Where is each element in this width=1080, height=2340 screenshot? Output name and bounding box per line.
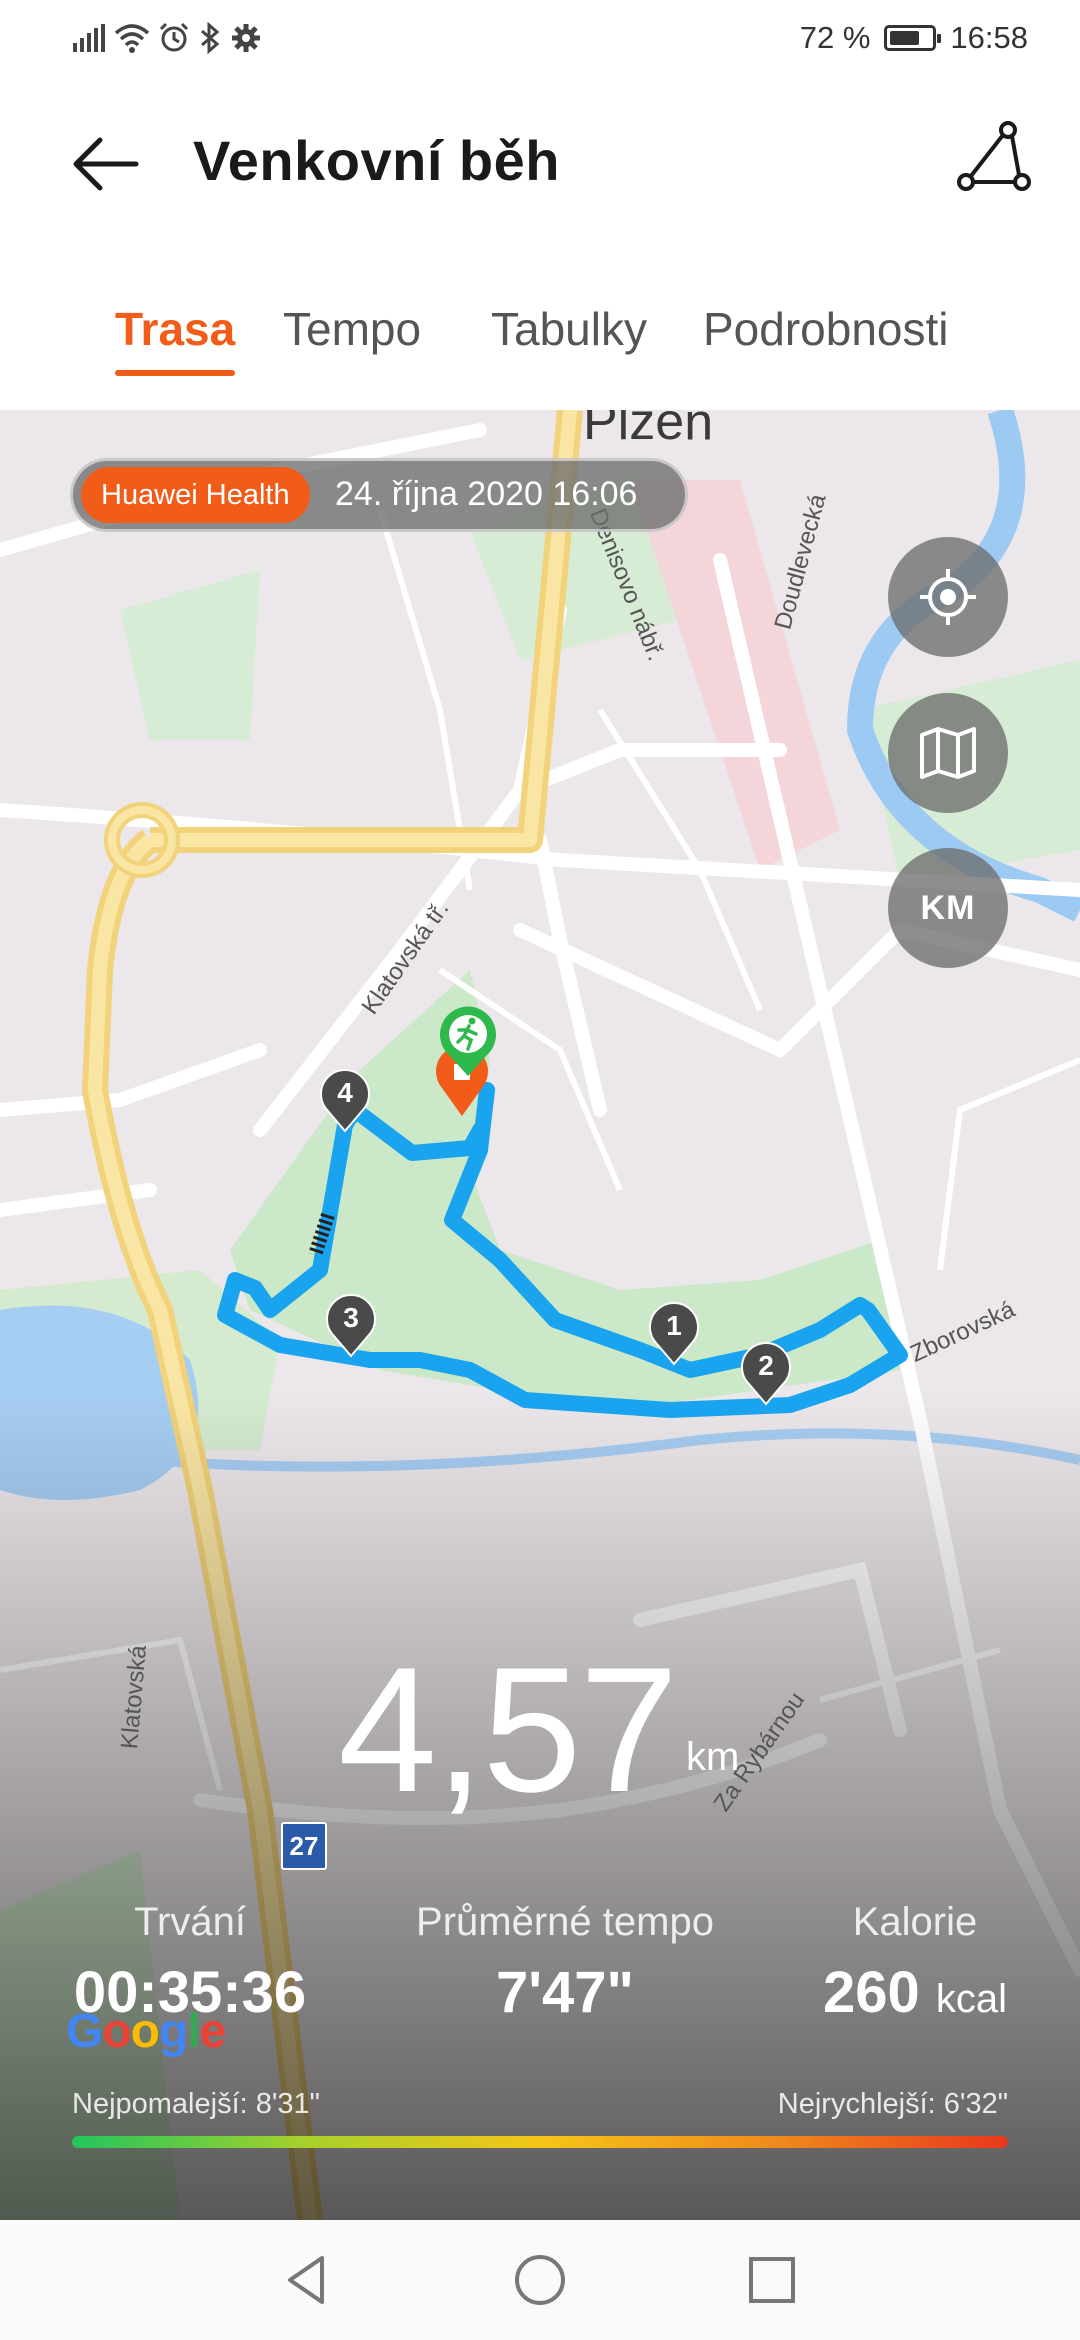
recents-square-icon[interactable] xyxy=(742,2250,802,2310)
km-marker: 3 xyxy=(324,1292,378,1358)
distance-value: 4,57 xyxy=(338,1630,678,1829)
battery-level xyxy=(890,31,920,45)
tab-trasa[interactable]: Trasa xyxy=(115,302,235,356)
avg-pace-stat: Průměrné tempo 7'47" xyxy=(390,1900,740,2026)
road-number-sign: 27 xyxy=(281,1822,327,1870)
back-triangle-icon[interactable] xyxy=(278,2250,338,2310)
google-letter: o xyxy=(130,2005,160,2058)
activity-date: 24. října 2020 16:06 xyxy=(335,475,638,513)
calories-value-row: 260 kcal xyxy=(810,1959,1020,2026)
slowest-pace: Nejpomalejší: 8'31" xyxy=(72,2088,320,2120)
distance-display: 4,57 km xyxy=(0,1640,1080,1820)
google-logo: Google xyxy=(66,2004,227,2059)
page-title: Venkovní běh xyxy=(193,129,560,192)
locate-button[interactable] xyxy=(888,537,1008,657)
google-letter: e xyxy=(199,2005,227,2058)
signal-icon xyxy=(73,24,105,52)
status-bar: 72 % 16:58 xyxy=(0,0,1080,75)
active-tab-indicator xyxy=(115,370,235,376)
clock: 16:58 xyxy=(950,20,1028,55)
google-letter: o xyxy=(102,2005,131,2058)
start-marker-icon xyxy=(440,1006,496,1076)
city-label: Plzeň xyxy=(583,410,714,451)
system-nav-bar xyxy=(0,2220,1080,2340)
alarm-icon xyxy=(159,22,189,52)
activity-source-pill: Huawei Health 24. října 2020 16:06 xyxy=(70,458,688,532)
google-letter: l xyxy=(187,2005,200,2058)
km-marker: 2 xyxy=(739,1340,793,1406)
battery-icon xyxy=(884,25,942,51)
calories-value: 260 xyxy=(822,1960,920,2025)
route-button[interactable] xyxy=(956,120,1032,196)
tab-podrobnosti[interactable]: Podrobnosti xyxy=(703,302,949,356)
map-icon xyxy=(920,727,976,779)
home-circle-icon[interactable] xyxy=(510,2250,570,2310)
fastest-pace: Nejrychlejší: 6'32" xyxy=(777,2088,1008,2120)
map-type-button[interactable] xyxy=(888,693,1008,813)
status-icons xyxy=(72,18,262,58)
wifi-icon xyxy=(114,24,150,53)
route-icon xyxy=(957,121,1031,191)
tab-tempo[interactable]: Tempo xyxy=(283,302,421,356)
calories-unit: kcal xyxy=(935,1977,1008,2021)
arrow-left-icon xyxy=(73,137,139,191)
avg-pace-value: 7'47" xyxy=(495,1960,635,2025)
distance-unit: km xyxy=(686,1735,740,1779)
pace-gradient-bar xyxy=(72,2136,1008,2148)
app-header: Venkovní běh xyxy=(0,90,1080,230)
km-marker: 1 xyxy=(647,1300,701,1366)
duration-label: Trvání xyxy=(134,1900,246,1944)
calories-label: Kalorie xyxy=(852,1900,978,1944)
settings-icon xyxy=(232,24,260,52)
km-toggle-button[interactable]: KM xyxy=(888,848,1008,968)
back-button[interactable] xyxy=(66,124,146,204)
source-badge: Huawei Health xyxy=(81,467,310,523)
status-right: 72 % 16:58 xyxy=(800,16,1028,60)
google-wordmark: Google xyxy=(66,2005,227,2058)
google-letter: g xyxy=(159,2005,188,2058)
bluetooth-icon xyxy=(201,22,220,54)
google-letter: G xyxy=(66,2005,103,2058)
km-label: KM xyxy=(920,888,976,927)
km-marker: 4 xyxy=(318,1067,372,1133)
calories-stat: Kalorie 260 kcal xyxy=(810,1900,1020,2026)
tab-bar: Trasa Tempo Tabulky Podrobnosti xyxy=(0,270,1080,410)
crosshair-icon xyxy=(920,569,976,625)
tab-tabulky[interactable]: Tabulky xyxy=(491,302,647,356)
battery-percent: 72 % xyxy=(799,20,871,55)
avg-pace-label: Průměrné tempo xyxy=(416,1900,714,1944)
